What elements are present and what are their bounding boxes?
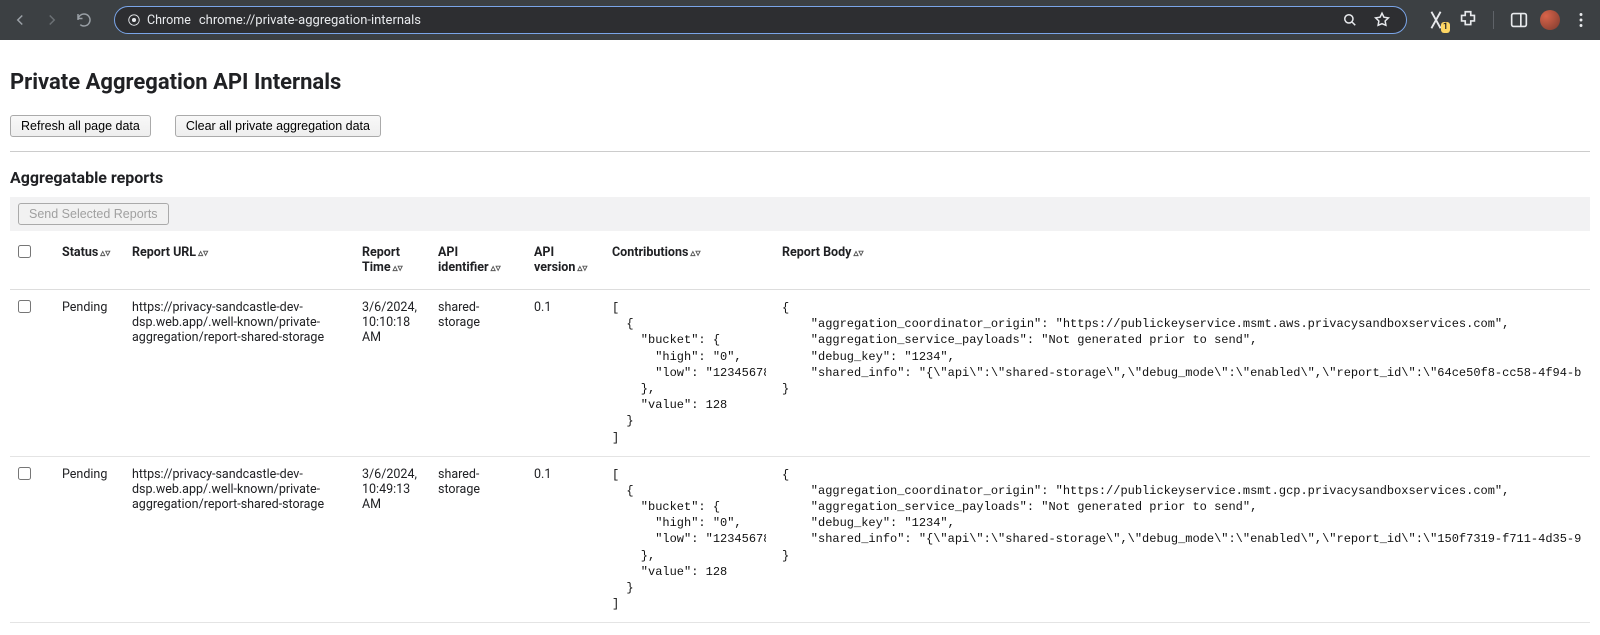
table-row: Pending https://privacy-sandcastle-dev-d… [10,456,1590,623]
cell-report-body: { "aggregation_coordinator_origin": "htt… [774,456,1590,623]
report-body-json: { "aggregation_coordinator_origin": "htt… [782,300,1582,397]
sort-icon: ▵▿ [491,263,501,274]
cell-api-version: 0.1 [526,456,604,623]
select-all-checkbox[interactable] [18,245,31,258]
cell-report-time: 3/6/2024, 10:49:13 AM [354,456,430,623]
cell-status: Pending [54,290,124,457]
header-contributions-label: Contributions [612,245,688,260]
header-report-body-label: Report Body [782,245,851,260]
cell-api-version: 0.1 [526,290,604,457]
omnibox[interactable]: Chrome chrome://private-aggregation-inte… [114,6,1407,34]
extension-button-1[interactable]: 1 [1425,9,1447,31]
site-chip: Chrome [127,13,191,28]
chrome-icon [127,13,141,27]
url-text: chrome://private-aggregation-internals [199,13,421,28]
cell-api-identifier: shared-storage [430,290,526,457]
refresh-button[interactable]: Refresh all page data [10,115,151,137]
avatar[interactable] [1540,10,1560,30]
header-report-url[interactable]: Report URL▵▿ [124,231,354,290]
contributions-json: [ { "bucket": { "high": "0", "low": "123… [612,467,766,613]
header-report-url-label: Report URL [132,245,196,260]
cell-report-url: https://privacy-sandcastle-dev-dsp.web.a… [124,290,354,457]
sort-icon: ▵▿ [198,248,208,259]
cell-api-identifier: shared-storage [430,456,526,623]
reload-button[interactable] [72,8,96,32]
browser-toolbar: Chrome chrome://private-aggregation-inte… [0,0,1600,40]
header-report-time[interactable]: Report Time▵▿ [354,231,430,290]
header-report-body[interactable]: Report Body▵▿ [774,231,1590,290]
section-title: Aggregatable reports [10,168,1590,187]
header-status-label: Status [62,245,98,260]
sort-icon: ▵▿ [100,248,110,259]
table-header-row: Status▵▿ Report URL▵▿ Report Time▵▿ API … [10,231,1590,290]
toolbar-divider [1493,11,1494,29]
cell-report-body: { "aggregation_coordinator_origin": "htt… [774,290,1590,457]
forward-button[interactable] [40,8,64,32]
header-api-identifier[interactable]: API identifier▵▿ [430,231,526,290]
bookmark-icon[interactable] [1370,8,1394,32]
header-api-version[interactable]: API version▵▿ [526,231,604,290]
table-row: Pending https://privacy-sandcastle-dev-d… [10,290,1590,457]
cell-contributions: [ { "bucket": { "high": "0", "low": "123… [604,456,774,623]
cell-report-time: 3/6/2024, 10:10:18 AM [354,290,430,457]
sort-icon: ▵▿ [393,263,403,274]
header-api-identifier-label: API identifier [438,245,489,275]
report-body-json: { "aggregation_coordinator_origin": "htt… [782,467,1582,564]
header-api-version-label: API version [534,245,575,275]
cell-status: Pending [54,456,124,623]
send-selected-button[interactable]: Send Selected Reports [18,203,169,225]
action-buttons: Refresh all page data Clear all private … [10,115,1590,137]
header-checkbox-cell [10,231,54,290]
sort-icon: ▵▿ [577,263,587,274]
row-checkbox[interactable] [18,467,31,480]
side-panel-icon[interactable] [1508,9,1530,31]
page-title: Private Aggregation API Internals [10,70,1590,95]
header-status[interactable]: Status▵▿ [54,231,124,290]
contributions-json: [ { "bucket": { "high": "0", "low": "123… [612,300,766,446]
site-chip-label: Chrome [147,13,191,28]
clear-button[interactable]: Clear all private aggregation data [175,115,381,137]
zoom-icon[interactable] [1338,8,1362,32]
sort-icon: ▵▿ [690,248,700,259]
row-checkbox[interactable] [18,300,31,313]
back-button[interactable] [8,8,32,32]
page-content: Private Aggregation API Internals Refres… [0,40,1600,635]
sort-icon: ▵▿ [853,248,863,259]
header-contributions[interactable]: Contributions▵▿ [604,231,774,290]
cell-report-url: https://privacy-sandcastle-dev-dsp.web.a… [124,456,354,623]
cell-contributions: [ { "bucket": { "high": "0", "low": "123… [604,290,774,457]
extensions-icon[interactable] [1457,9,1479,31]
reports-table: Status▵▿ Report URL▵▿ Report Time▵▿ API … [10,231,1590,623]
separator [10,151,1590,152]
extension-badge: 1 [1441,22,1450,33]
send-bar: Send Selected Reports [10,197,1590,231]
menu-icon[interactable] [1570,9,1592,31]
